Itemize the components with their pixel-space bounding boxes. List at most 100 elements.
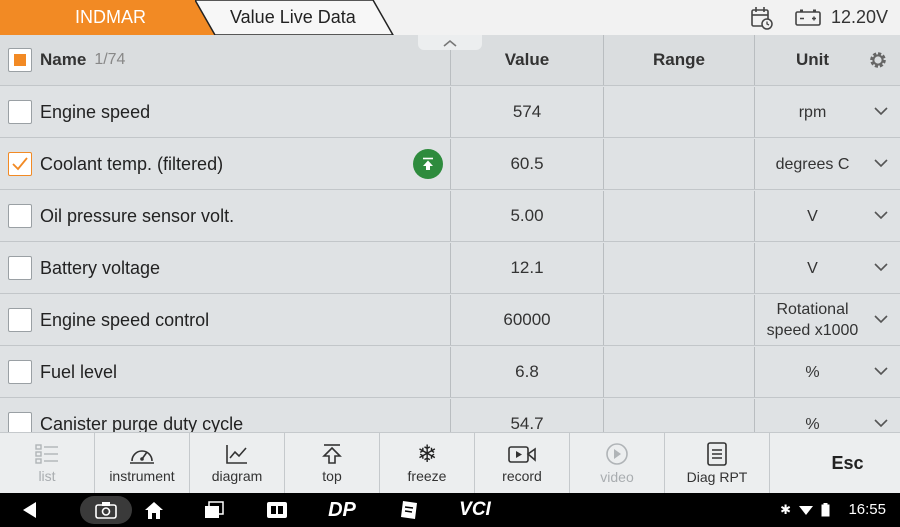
row-unit: V [807,207,818,225]
record-label: record [502,468,542,484]
row-unit: % [805,415,820,433]
report-icon [707,442,727,466]
replay-icon [606,443,628,465]
column-name-label: Name [40,50,87,69]
screenshot-button[interactable] [80,493,132,527]
table-row[interactable]: Canister purge duty cycle 54.7 % [0,399,900,432]
dp-shortcut[interactable]: DP [322,493,362,527]
chevron-up-icon [443,39,457,47]
home-button[interactable] [140,493,168,527]
notes-button[interactable] [395,493,423,527]
row-name: Oil pressure sensor volt. [40,205,235,226]
row-value: 12.1 [510,258,544,277]
chevron-down-icon[interactable] [874,418,888,428]
chevron-down-icon[interactable] [874,262,888,272]
video-camera-icon [508,446,536,463]
vci-shortcut[interactable]: VCI [455,493,495,527]
diagram-label: diagram [211,468,263,484]
screenshot-pill [80,496,132,524]
back-button[interactable] [15,493,45,527]
row-unit: V [807,259,818,277]
snowflake-icon: ❄ [416,440,438,468]
list-icon [35,444,58,464]
connector-icon [267,502,287,518]
pin-top-icon [423,157,433,170]
list-label: list [38,468,56,484]
back-triangle-icon [23,502,36,518]
table-row[interactable]: Battery voltage 12.1 V [0,243,900,294]
brand-tab[interactable]: INDMAR [0,0,215,35]
move-to-top-icon [322,444,342,464]
column-range-label: Range [653,50,705,69]
notepad-icon [401,501,417,519]
title-bar: INDMAR Value Live Data 12.20V [0,0,900,35]
video-button[interactable]: video [570,433,665,494]
freeze-button[interactable]: ❄ freeze [380,433,475,494]
wifi-icon [799,506,813,515]
row-name: Battery voltage [40,257,161,278]
page-tab-label: Value Live Data [230,7,356,27]
battery-icon [795,9,821,26]
column-unit-label: Unit [795,50,830,69]
instrument-label: instrument [109,468,175,484]
clock: 16:55 [848,501,886,518]
page-tab[interactable]: Value Live Data [195,0,395,35]
calendar-clock-icon[interactable] [751,6,773,30]
chevron-down-icon[interactable] [874,210,888,220]
instrument-button[interactable]: instrument [95,433,190,494]
table-row[interactable]: Coolant temp. (filtered) 60.5 degrees C [0,139,900,190]
home-icon [145,501,163,519]
row-value: 60.5 [510,154,544,173]
chevron-down-icon[interactable] [874,314,888,324]
battery-status-icon [821,503,830,517]
row-unit: rpm [798,103,827,121]
brand-tab-label: INDMAR [75,7,146,27]
row-value: 6.8 [515,362,539,381]
bottom-toolbar: list instrument diagram top ❄ freeze rec… [0,432,900,494]
video-label: video [600,469,634,485]
row-value: 54.7 [510,414,544,432]
diagram-button[interactable]: diagram [190,433,285,494]
recent-apps-button[interactable] [200,493,228,527]
freeze-label: freeze [407,468,447,484]
column-name-header[interactable]: Name 1/74 [0,35,450,85]
line-chart-icon [226,445,247,464]
row-name: Coolant temp. (filtered) [40,153,224,174]
recent-apps-icon [205,501,224,518]
gear-icon[interactable] [868,50,888,70]
table-row[interactable]: Fuel level 6.8 % [0,347,900,398]
table-header: Name 1/74 Value Range Unit [0,35,900,86]
camera-icon [95,502,117,519]
row-unit: % [805,363,820,381]
record-button[interactable]: record [475,433,570,494]
app-shortcut-button[interactable] [262,493,292,527]
status-area: 12.20V [751,0,888,35]
collapse-header-button[interactable] [418,35,482,50]
esc-button[interactable]: Esc [795,433,900,494]
top-label: top [322,468,342,484]
chevron-down-icon[interactable] [874,106,888,116]
gauge-icon [130,450,154,464]
chevron-down-icon[interactable] [874,366,888,376]
table-row[interactable]: Engine speed control 60000 Rotational sp… [0,295,900,346]
row-unit: degrees C [775,155,850,173]
table-row[interactable]: Oil pressure sensor volt. 5.00 V [0,191,900,242]
chevron-down-icon[interactable] [874,158,888,168]
bluetooth-icon: ✱ [780,502,791,518]
row-value: 5.00 [510,206,544,225]
top-button[interactable]: top [285,433,380,494]
diag-report-button[interactable]: Diag RPT [665,433,770,494]
pin-to-top-badge[interactable] [413,149,443,179]
row-name: Engine speed [40,101,151,122]
list-button[interactable]: list [0,433,95,494]
row-name: Canister purge duty cycle [40,413,244,433]
system-status-icons: ✱ [780,493,830,527]
diag-report-label: Diag RPT [686,469,748,485]
voltage-readout: 12.20V [830,7,888,27]
item-count: 1/74 [94,51,126,68]
system-nav-bar: DP VCI ✱ 16:55 [0,493,900,527]
row-name: Engine speed control [40,309,210,330]
column-value-label: Value [504,50,550,69]
live-data-table: Name 1/74 Value Range Unit Engine speed … [0,35,900,432]
table-row[interactable]: Engine speed 574 rpm [0,87,900,138]
